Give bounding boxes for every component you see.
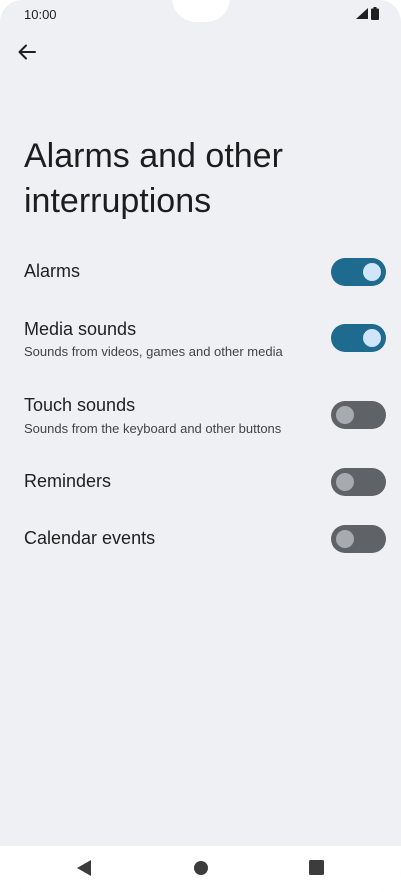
- status-time: 10:00: [24, 7, 57, 22]
- status-icons: [356, 7, 379, 20]
- battery-icon: [371, 7, 379, 20]
- reminders-toggle[interactable]: [331, 468, 386, 496]
- setting-sublabel: Sounds from the keyboard and other butto…: [24, 421, 282, 436]
- setting-sublabel: Sounds from videos, games and other medi…: [24, 344, 283, 359]
- toggle-knob: [363, 263, 381, 281]
- arrow-left-icon: [18, 44, 36, 65]
- touch-sounds-toggle[interactable]: [331, 401, 386, 429]
- calendar-events-toggle[interactable]: [331, 525, 386, 553]
- camera-notch: [172, 0, 230, 22]
- nav-home-button[interactable]: [191, 860, 211, 880]
- setting-label: Reminders: [24, 471, 112, 491]
- nav-recents-button[interactable]: [306, 860, 326, 880]
- back-triangle-icon: [77, 859, 91, 881]
- status-bar: 10:00: [0, 0, 401, 30]
- setting-row-touch-sounds[interactable]: Touch sounds Sounds from the keyboard an…: [0, 389, 401, 445]
- toggle-knob: [336, 406, 354, 424]
- setting-label: Alarms: [24, 261, 81, 281]
- toggle-knob: [336, 530, 354, 548]
- setting-label: Media sounds: [24, 319, 137, 339]
- setting-row-alarms[interactable]: Alarms: [0, 250, 401, 294]
- signal-icon: [356, 8, 368, 19]
- setting-row-reminders[interactable]: Reminders: [0, 460, 401, 504]
- setting-row-calendar-events[interactable]: Calendar events: [0, 517, 401, 561]
- navigation-bar: [0, 846, 401, 892]
- setting-row-media-sounds[interactable]: Media sounds Sounds from videos, games a…: [0, 312, 401, 368]
- recents-square-icon: [308, 860, 324, 880]
- phone-screen: 10:00 Alarms and other interruptions Ala…: [0, 0, 401, 892]
- setting-label: Calendar events: [24, 528, 156, 548]
- home-circle-icon: [193, 860, 209, 881]
- toggle-knob: [336, 473, 354, 491]
- setting-label: Touch sounds: [24, 395, 136, 415]
- back-button[interactable]: [14, 41, 40, 67]
- nav-back-button[interactable]: [74, 859, 94, 881]
- page-title: Alarms and other interruptions: [24, 137, 283, 220]
- toggle-knob: [363, 329, 381, 347]
- media-sounds-toggle[interactable]: [331, 324, 386, 352]
- alarms-toggle[interactable]: [331, 258, 386, 286]
